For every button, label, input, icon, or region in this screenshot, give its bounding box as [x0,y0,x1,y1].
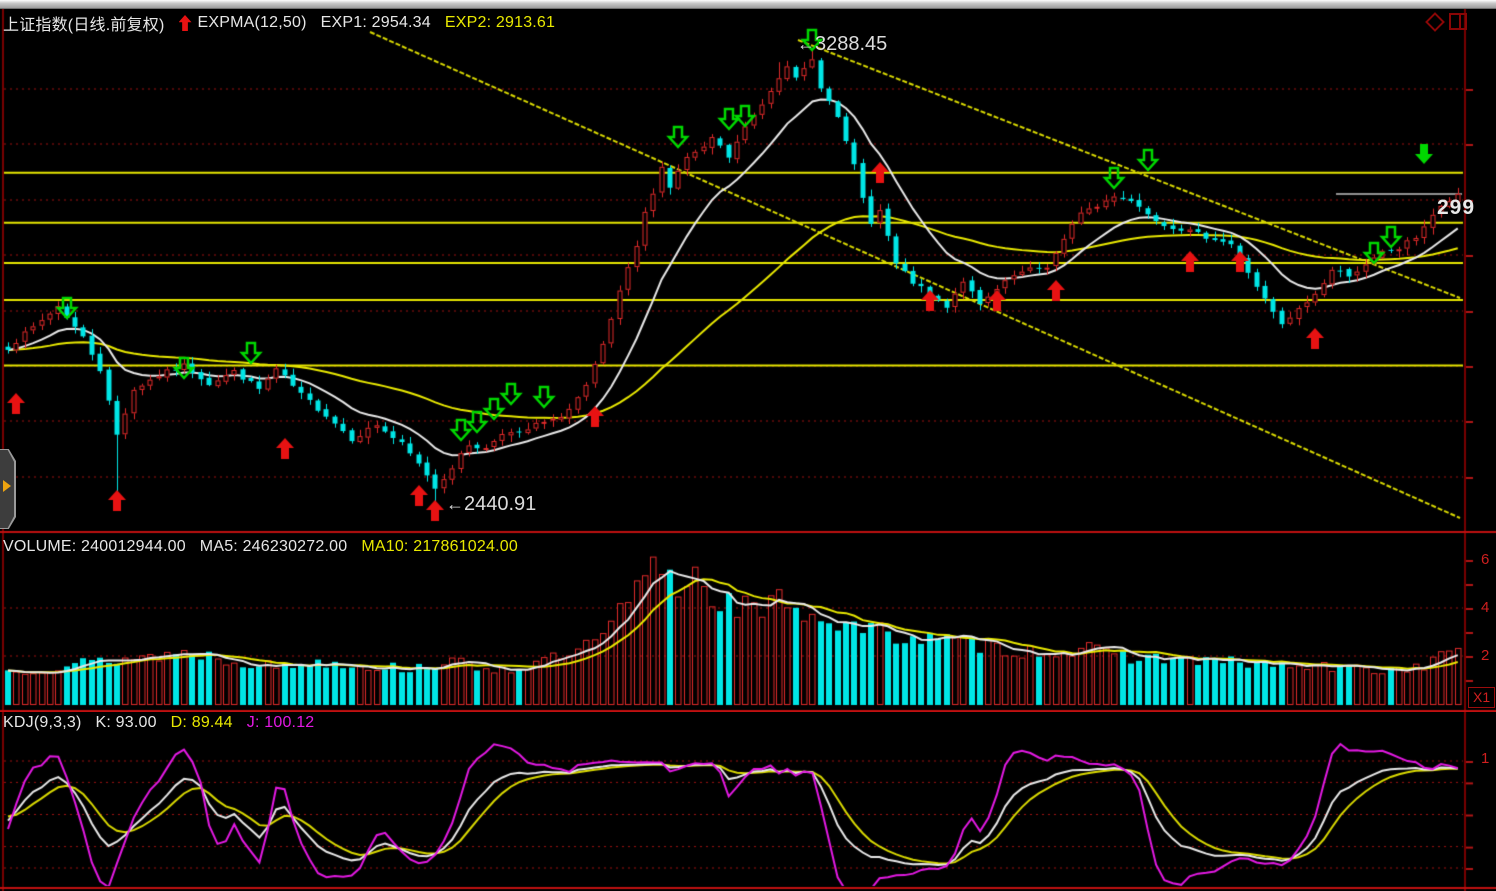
last-price-tag: 299 [1437,196,1475,220]
kdj-d-value: D: 89.44 [171,714,233,732]
kdj-axis-label-100: 1 [1481,750,1489,767]
sidebar-expand-handle[interactable] [0,449,16,529]
high-annotation-value: 3288.45 [815,33,887,55]
high-annotation: ←3288.45 [797,33,887,56]
kdj-k-value: K: 93.00 [95,714,156,732]
kdj-j-value: J: 100.12 [247,714,315,732]
left-arrow-icon: ← [446,494,464,514]
volume-axis-label-2: 2 [1481,647,1489,664]
up-arrow-icon [179,15,192,31]
kline-pane-canvas[interactable] [0,0,1496,534]
window-restore-icon[interactable] [1449,13,1467,30]
volume-ma10-value: MA10: 217861024.00 [361,538,518,556]
exp1-value: EXP1: 2954.34 [321,14,431,32]
left-arrow-icon: ← [797,34,815,54]
low-annotation: ←2440.91 [446,493,536,516]
volume-scale-badge: X1 [1468,687,1495,708]
symbol-title: 上证指数(日线.前复权) [3,11,165,35]
volume-pane-canvas[interactable] [0,534,1496,712]
volume-axis-label-4: 4 [1481,599,1489,616]
volume-header: VOLUME: 240012944.00 MA5: 246230272.00 M… [3,538,518,556]
volume-axis-label-6: 6 [1481,551,1489,568]
low-annotation-value: 2440.91 [464,493,536,515]
kdj-name: KDJ(9,3,3) [3,714,81,732]
kdj-pane-canvas[interactable] [0,712,1496,891]
stock-chart-window: 上证指数(日线.前复权) EXPMA(12,50) EXP1: 2954.34 … [0,0,1496,891]
window-top-strip [0,0,1496,9]
kline-header: 上证指数(日线.前复权) EXPMA(12,50) EXP1: 2954.34 … [3,11,555,35]
kdj-header: KDJ(9,3,3) K: 93.00 D: 89.44 J: 100.12 [3,714,314,732]
volume-value: VOLUME: 240012944.00 [3,538,186,556]
indicator-name: EXPMA(12,50) [198,14,307,32]
expand-arrow-icon [3,480,11,492]
volume-ma5-value: MA5: 246230272.00 [200,538,348,556]
exp2-value: EXP2: 2913.61 [445,14,555,32]
